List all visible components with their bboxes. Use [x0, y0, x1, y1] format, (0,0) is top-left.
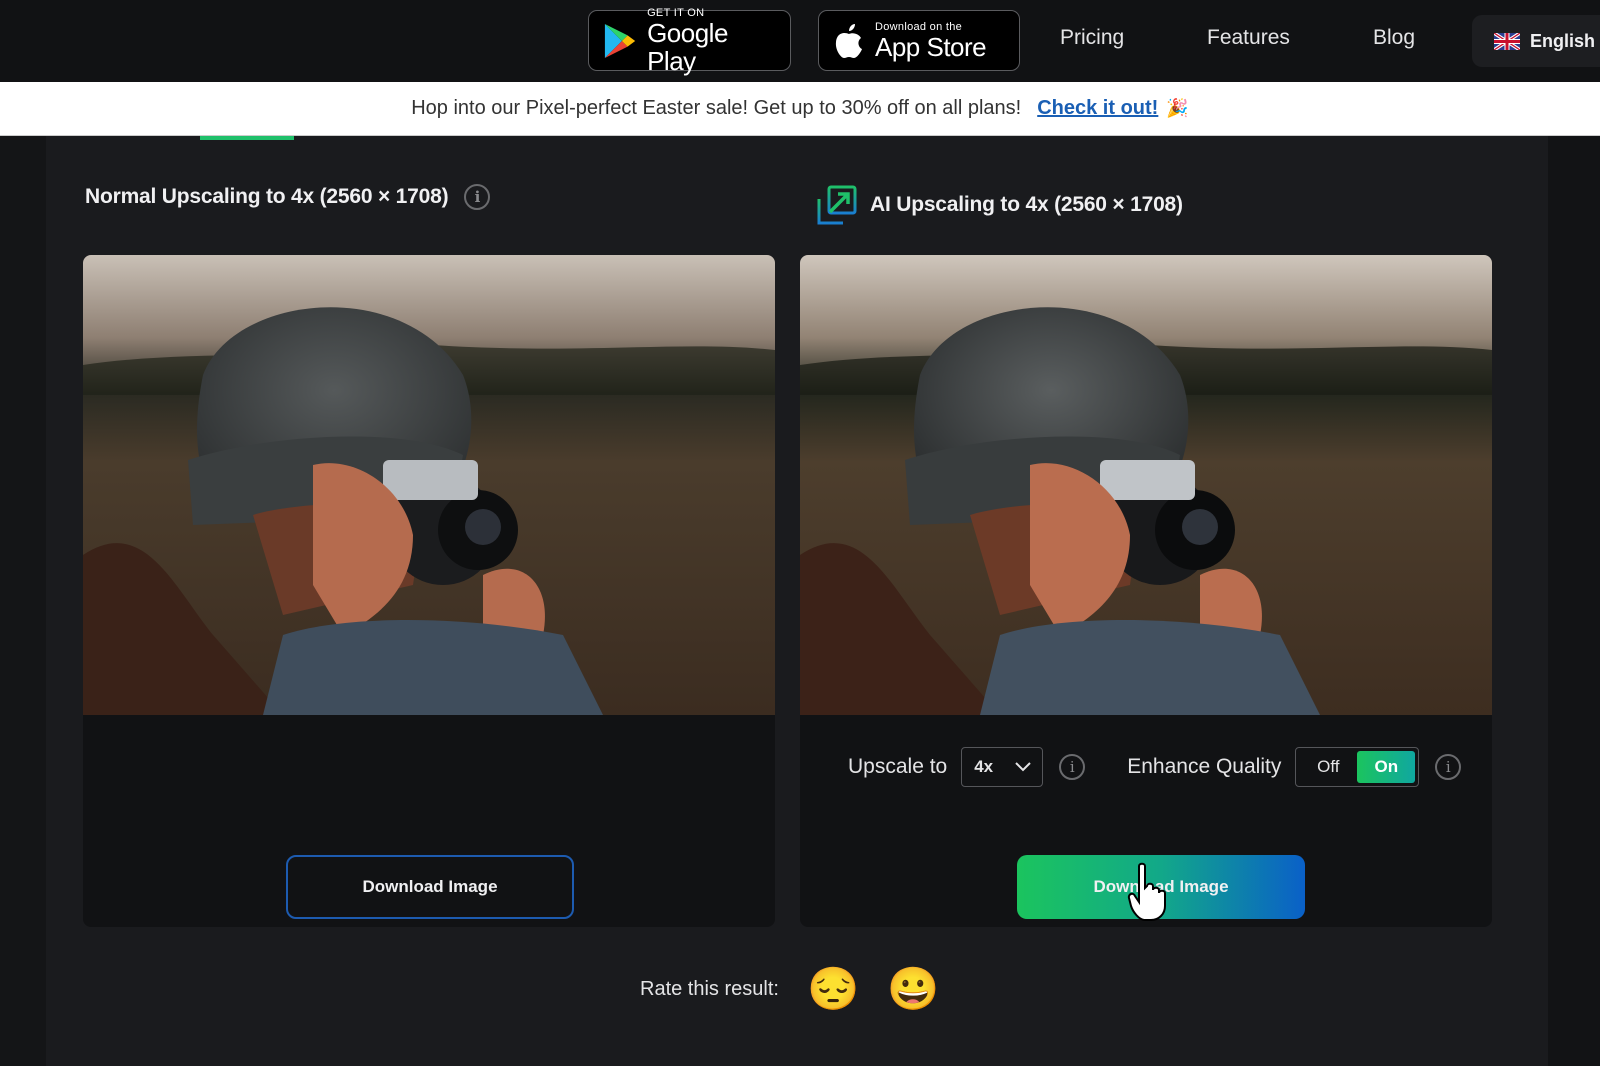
google-play-icon: [604, 23, 636, 58]
promo-text: Hop into our Pixel-perfect Easter sale! …: [411, 97, 1022, 119]
google-play-small-text: GET IT ON: [647, 6, 705, 19]
promo-link[interactable]: Check it out!: [1037, 97, 1158, 120]
right-gutter: [1548, 136, 1600, 1066]
normal-upscaling-title: Normal Upscaling to 4x (2560 × 1708) i: [85, 184, 491, 210]
upscale-arrow-icon: [817, 185, 857, 225]
ai-upscaling-title: AI Upscaling to 4x (2560 × 1708): [816, 184, 1183, 226]
language-selector[interactable]: English: [1472, 15, 1600, 67]
enhance-quality-label: Enhance Quality: [1127, 755, 1282, 778]
ai-upscaled-image: [800, 255, 1492, 715]
google-play-big-text: Google Play: [647, 17, 728, 76]
info-icon[interactable]: i: [464, 184, 491, 210]
top-navigation-bar: GET IT ON Google Play Download on the Ap…: [0, 0, 1600, 82]
download-ai-button[interactable]: Download Image: [1017, 855, 1305, 919]
active-tab-indicator: [200, 136, 294, 140]
chevron-down-icon: [1015, 762, 1031, 772]
normal-result-panel: [83, 255, 775, 927]
ai-upscaling-title-text: AI Upscaling to 4x (2560 × 1708): [870, 193, 1183, 216]
app-store-button[interactable]: Download on the App Store: [818, 10, 1020, 71]
enhance-quality-toggle[interactable]: Off On: [1295, 747, 1420, 787]
pensive-face-icon[interactable]: 😔: [807, 968, 859, 1010]
upscale-to-label: Upscale to: [848, 755, 948, 778]
enhance-info-icon[interactable]: i: [1435, 754, 1462, 780]
apple-icon: [835, 23, 862, 58]
upscale-controls: Upscale to 4x i Enhance Quality Off On i: [848, 746, 1462, 788]
left-gutter: [0, 136, 46, 1066]
nav-link-features[interactable]: Features: [1207, 26, 1290, 50]
uk-flag-icon: [1494, 32, 1520, 50]
upscale-info-icon[interactable]: i: [1059, 754, 1086, 780]
ai-result-panel: [800, 255, 1492, 927]
upscale-factor-value: 4x: [974, 757, 994, 776]
nav-link-blog[interactable]: Blog: [1373, 26, 1415, 50]
upscale-factor-select[interactable]: 4x: [961, 747, 1044, 787]
party-popper-icon: 🎉: [1166, 98, 1189, 118]
download-normal-button[interactable]: Download Image: [286, 855, 574, 919]
promo-banner: Hop into our Pixel-perfect Easter sale! …: [0, 82, 1600, 136]
app-store-small-text: Download on the: [875, 20, 963, 33]
grinning-face-icon[interactable]: 😀: [887, 968, 939, 1010]
rate-label: Rate this result:: [640, 977, 779, 1000]
results-container: Normal Upscaling to 4x (2560 × 1708) i A…: [46, 136, 1548, 1066]
google-play-button[interactable]: GET IT ON Google Play: [588, 6, 791, 75]
app-store-big-text: App Store: [875, 31, 987, 62]
enhance-on-option[interactable]: On: [1357, 751, 1416, 783]
normal-upscaled-image: [83, 255, 775, 715]
rating-section: Rate this result: 😔 😀: [640, 968, 940, 1010]
normal-upscaling-title-text: Normal Upscaling to 4x (2560 × 1708): [85, 185, 449, 208]
nav-link-pricing[interactable]: Pricing: [1060, 26, 1124, 50]
enhance-off-option[interactable]: Off: [1299, 751, 1357, 783]
language-label: English: [1530, 30, 1596, 51]
